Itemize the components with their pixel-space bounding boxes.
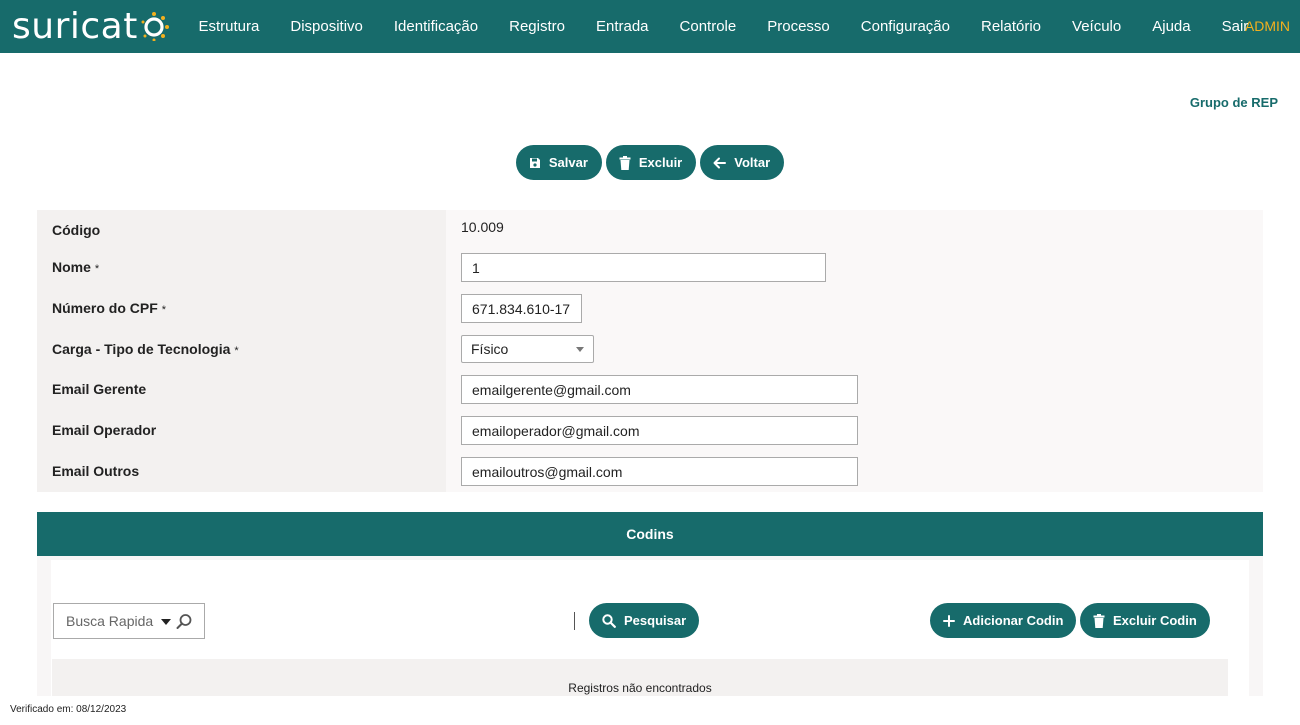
carga-select-value: Físico (471, 341, 509, 357)
delete-codin-button-label: Excluir Codin (1113, 613, 1197, 628)
carga-label-text: Carga - Tipo de Tecnologia (52, 341, 231, 357)
add-codin-button[interactable]: Adicionar Codin (930, 603, 1077, 638)
nome-input[interactable]: 1 (461, 253, 826, 282)
page-title: Grupo de REP (1189, 95, 1278, 110)
back-button-label: Voltar (734, 155, 771, 170)
back-button[interactable]: Voltar (700, 145, 785, 180)
cpf-label-text: Número do CPF (52, 300, 158, 316)
cpf-label: Número do CPF * (52, 300, 166, 316)
required-mark: * (161, 304, 167, 316)
codins-section-header: Codins (37, 512, 1263, 556)
user-menu[interactable]: ADMIN (1245, 18, 1290, 34)
email-gerente-input[interactable]: emailgerente@gmail.com (461, 375, 858, 404)
carga-label: Carga - Tipo de Tecnologia * (52, 341, 239, 357)
menu-veiculo[interactable]: Veículo (1057, 18, 1137, 35)
quick-search-input[interactable]: Busca Rapida (53, 603, 205, 639)
menu-processo[interactable]: Processo (752, 18, 846, 35)
cpf-input[interactable]: 671.834.610-17 (461, 294, 582, 323)
email-outros-label: Email Outros (52, 463, 140, 479)
grupo-rep-form: Código 10.009 Nome * 1 Número do CPF * 671… (37, 210, 1263, 492)
divider (574, 612, 575, 630)
menu-entrada[interactable]: Entrada (580, 18, 664, 35)
search-button[interactable]: Pesquisar (589, 603, 700, 638)
codigo-value: 10.009 (461, 219, 504, 235)
trash-icon (1093, 613, 1105, 628)
plus-icon (943, 614, 955, 627)
chevron-down-icon (576, 346, 584, 352)
caret-down-icon[interactable] (161, 619, 171, 625)
search-icon[interactable] (176, 613, 193, 630)
suricato-logo[interactable]: suricat (12, 4, 170, 48)
menu-controle[interactable]: Controle (664, 18, 752, 35)
nome-label-text: Nome (52, 259, 91, 275)
top-nav-bar: suricat Estrutura Dispositivo Identifica… (0, 0, 1300, 53)
save-button-label: Salvar (548, 155, 588, 170)
floppy-disk-icon (529, 157, 540, 168)
save-button[interactable]: Salvar (515, 145, 602, 180)
empty-message: Registros não encontrados (568, 681, 712, 695)
add-codin-button-label: Adicionar Codin (963, 613, 1064, 628)
quick-search-placeholder: Busca Rapida (66, 613, 154, 629)
menu-dispositivo[interactable]: Dispositivo (275, 18, 379, 35)
logo-o-mark-icon (140, 11, 170, 41)
logo-text: suricat (12, 5, 138, 47)
menu-estrutura[interactable]: Estrutura (183, 18, 275, 35)
verified-date: Verificado em: 08/12/2023 (10, 704, 127, 715)
delete-codin-button[interactable]: Excluir Codin (1080, 603, 1210, 638)
email-operador-input[interactable]: emailoperador@gmail.com (461, 416, 858, 445)
required-mark: * (234, 345, 239, 357)
nome-label: Nome * (52, 259, 99, 275)
required-mark: * (94, 263, 100, 275)
email-outros-input[interactable]: emailoutros@gmail.com (461, 457, 858, 486)
main-menu: Estrutura Dispositivo Identificação Regi… (183, 0, 1264, 53)
trash-icon (619, 155, 631, 170)
email-gerente-label: Email Gerente (52, 381, 147, 397)
menu-configuracao[interactable]: Configuração (845, 18, 965, 35)
menu-registro[interactable]: Registro (494, 18, 581, 35)
delete-button-label: Excluir (638, 155, 683, 170)
search-icon (602, 613, 616, 628)
codigo-label: Código (52, 222, 101, 238)
menu-ajuda[interactable]: Ajuda (1137, 18, 1206, 35)
menu-relatorio[interactable]: Relatório (966, 18, 1057, 35)
action-toolbar: Salvar Excluir Voltar (0, 145, 1300, 180)
email-operador-label: Email Operador (52, 422, 157, 438)
arrow-left-icon (713, 157, 727, 168)
delete-button[interactable]: Excluir (605, 145, 697, 180)
search-button-label: Pesquisar (624, 613, 687, 628)
codins-results-area: Registros não encontrados (52, 659, 1228, 696)
carga-select[interactable]: Físico (461, 335, 594, 363)
menu-identificacao[interactable]: Identificação (378, 18, 493, 35)
